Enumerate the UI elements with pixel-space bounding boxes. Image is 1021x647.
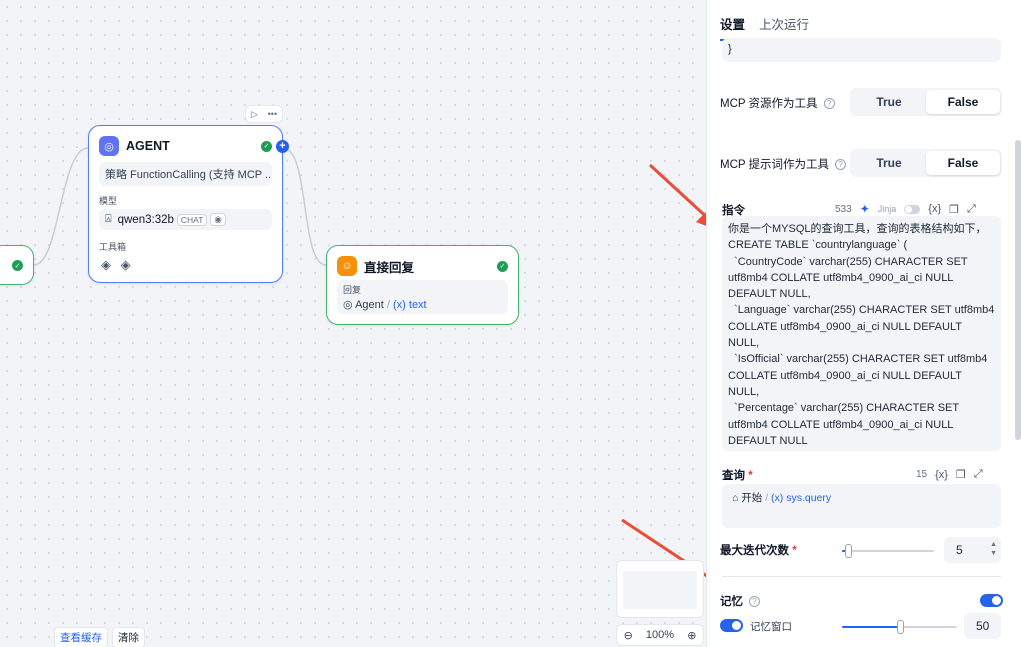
- reply-content: 回复 ◎ Agent / (x) text: [337, 280, 508, 314]
- mcp-resource-label: MCP 资源作为工具?: [720, 95, 835, 111]
- clear-button[interactable]: 清除: [112, 627, 145, 647]
- mcp-resource-toggle: True False: [850, 88, 1002, 116]
- insert-variable-icon[interactable]: {x}: [928, 203, 941, 215]
- ai-generate-icon[interactable]: ✦: [860, 202, 870, 216]
- tab-last-run[interactable]: 上次运行: [759, 14, 809, 41]
- help-icon[interactable]: ?: [823, 98, 835, 110]
- query-source: 开始: [741, 492, 763, 504]
- false-option[interactable]: False: [926, 151, 1000, 175]
- toolbox-label: 工具箱: [99, 242, 127, 252]
- mcp-prompt-toggle: True False: [850, 149, 1002, 177]
- eye-icon: ◉: [210, 213, 226, 226]
- zoom-control: ⊖ 100% ⊕: [616, 624, 704, 646]
- mcp-tool-icon: ◈: [120, 257, 131, 272]
- zoom-out-icon[interactable]: ⊖: [624, 629, 633, 642]
- reply-label: 回复: [343, 285, 362, 295]
- query-editor[interactable]: ⌂ 开始 / (x) sys.query: [722, 484, 1001, 528]
- max-iter-value: 5: [956, 543, 963, 557]
- max-iter-slider[interactable]: [842, 544, 934, 558]
- insert-variable-icon[interactable]: {x}: [935, 469, 948, 481]
- success-check-icon: ✓: [261, 140, 272, 152]
- help-icon[interactable]: ?: [835, 159, 847, 171]
- slider-thumb[interactable]: [844, 544, 852, 558]
- code-block-tail: }: [722, 38, 1001, 62]
- max-iter-input[interactable]: 5 ▲ ▼: [944, 537, 1001, 563]
- slider-thumb[interactable]: [896, 620, 904, 634]
- instruction-tools: 533 ✦ Jinja {x} ❐ ⤢: [835, 202, 976, 216]
- reply-icon: ☺: [337, 256, 357, 276]
- divider: [722, 576, 1001, 577]
- agent-icon: ◎: [99, 136, 119, 156]
- true-option[interactable]: True: [852, 90, 926, 114]
- memory-window-toggle[interactable]: [720, 619, 743, 632]
- mcp-prompt-label: MCP 提示词作为工具?: [720, 156, 847, 172]
- memory-window-input[interactable]: 50: [964, 613, 1001, 639]
- stepper-icon[interactable]: ▲ ▼: [990, 540, 997, 558]
- minimap[interactable]: [616, 560, 704, 618]
- model-name: qwen3:32b: [117, 213, 174, 226]
- settings-panel: 设置 上次运行 } MCP 资源作为工具? True False MCP 提示词…: [706, 0, 1021, 647]
- memory-window-label: 记忆窗口: [750, 621, 792, 633]
- model-provider-icon: ⍓: [105, 213, 112, 225]
- reply-node-title: 直接回复: [364, 260, 415, 275]
- node-actions-toolbar: ▷ •••: [245, 105, 283, 123]
- jinja-label: Jinja: [877, 204, 897, 214]
- memory-window-slider[interactable]: [842, 620, 957, 634]
- query-tools: 15 {x} ❐ ⤢: [916, 468, 983, 481]
- edge-agent-reply: [282, 147, 327, 266]
- required-mark: *: [792, 545, 797, 557]
- success-check-icon: ✓: [497, 260, 508, 272]
- mcp-tool-icon: ◈: [101, 257, 111, 272]
- model-row: ⍓ qwen3:32b CHAT ◉: [99, 209, 272, 230]
- slider-fill: [842, 626, 900, 628]
- memory-toggle[interactable]: [980, 594, 1003, 607]
- instruction-editor[interactable]: 你是一个MYSQL的查询工具，查询的表格结构如下， CREATE TABLE `…: [722, 216, 1001, 451]
- true-option[interactable]: True: [852, 151, 926, 175]
- jinja-toggle[interactable]: [904, 204, 921, 214]
- run-icon[interactable]: ▷: [251, 109, 258, 120]
- required-mark: *: [748, 470, 753, 482]
- max-iter-label: 最大迭代次数 *: [720, 545, 797, 557]
- help-icon[interactable]: ?: [749, 596, 760, 608]
- agent-node-title: AGENT: [126, 139, 170, 153]
- home-icon: ⌂: [732, 492, 739, 504]
- tab-settings[interactable]: 设置: [720, 14, 746, 41]
- more-icon[interactable]: •••: [268, 109, 277, 119]
- toolbox-icons: ◈ ◈: [101, 257, 270, 273]
- query-variable: (x) sys.query: [771, 492, 832, 504]
- zoom-in-icon[interactable]: ⊕: [687, 629, 696, 642]
- query-label: 查询 *: [722, 470, 753, 482]
- memory-window-value: 50: [976, 619, 990, 633]
- expand-icon[interactable]: ⤢: [974, 468, 983, 481]
- panel-tabs: 设置 上次运行: [720, 14, 809, 41]
- instruction-char-count: 533: [835, 203, 852, 215]
- start-node[interactable]: ✓: [0, 245, 34, 285]
- model-badge: CHAT: [176, 213, 208, 226]
- model-label: 模型: [99, 196, 118, 206]
- agent-strategy: 策略 FunctionCalling (支持 MCP ...: [99, 162, 272, 186]
- reply-node[interactable]: ☺ 直接回复 ✓ 回复 ◎ Agent / (x) text: [326, 245, 519, 325]
- reply-source: Agent: [355, 299, 384, 311]
- agent-icon: ◎: [343, 299, 353, 311]
- expand-icon[interactable]: ⤢: [967, 203, 976, 216]
- view-cache-button[interactable]: 查看缓存: [54, 627, 108, 647]
- canvas-bottom-actions: 查看缓存 清除: [54, 627, 145, 647]
- query-char-count: 15: [916, 469, 928, 480]
- copy-icon[interactable]: ❐: [949, 203, 959, 216]
- reply-variable: (x) text: [393, 299, 427, 311]
- add-node-icon[interactable]: +: [276, 140, 289, 153]
- memory-label: 记忆?: [720, 593, 760, 609]
- panel-scrollbar[interactable]: [1015, 140, 1021, 440]
- edge-start-agent: [33, 147, 89, 266]
- success-check-icon: ✓: [12, 260, 23, 271]
- zoom-level: 100%: [645, 629, 675, 641]
- false-option[interactable]: False: [926, 90, 1000, 114]
- agent-node[interactable]: ◎ AGENT ✓ + 策略 FunctionCalling (支持 MCP .…: [88, 125, 289, 283]
- copy-icon[interactable]: ❐: [956, 468, 966, 481]
